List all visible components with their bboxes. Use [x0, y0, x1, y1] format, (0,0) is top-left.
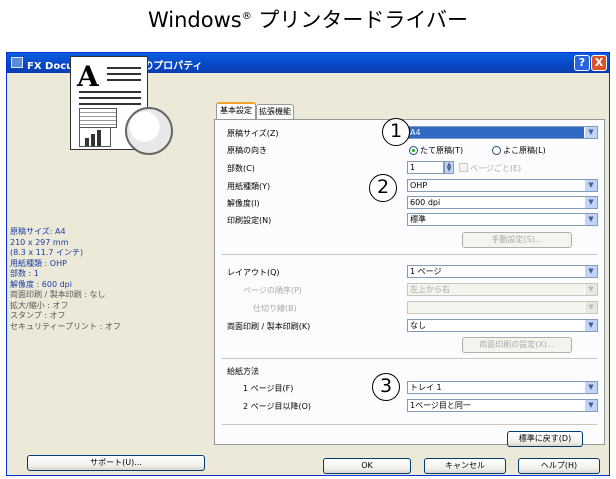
first-page-select[interactable]: トレイ 1 ▼: [407, 381, 598, 394]
help-title-button[interactable]: ?: [574, 55, 590, 71]
summary-line: 原稿サイズ: A4: [10, 227, 66, 236]
orientation-label: 原稿の向き: [227, 146, 267, 155]
portrait-label: たて原稿(T): [420, 146, 464, 155]
chevron-down-icon: ▼: [584, 400, 597, 411]
collate-checkbox[interactable]: [459, 163, 468, 172]
chevron-down-icon: ▼: [584, 127, 597, 138]
copies-label: 部数(C): [227, 164, 255, 173]
preview-chart-icon: [79, 127, 111, 147]
page-order-label: ページの順序(P): [243, 286, 302, 295]
chevron-down-icon: ▼: [584, 214, 597, 225]
media-type-label: 用紙種類(Y): [227, 182, 271, 191]
copies-input[interactable]: 1: [407, 161, 444, 174]
support-button[interactable]: サポート(U)...: [27, 455, 205, 471]
tab-basic[interactable]: 基本設定: [216, 102, 256, 120]
copies-spinner[interactable]: ▲ ▼: [444, 161, 454, 174]
layout-select[interactable]: 1 ページ ▼: [407, 265, 598, 278]
portrait-radio[interactable]: [409, 146, 418, 155]
duplex-select[interactable]: なし ▼: [407, 319, 598, 332]
resolution-label: 解像度(I): [227, 199, 260, 208]
border-label: 仕切り線(B): [253, 304, 297, 313]
chevron-down-icon: ▼: [584, 266, 597, 277]
close-button[interactable]: X: [591, 55, 607, 71]
print-setting-label: 印刷設定(N): [227, 216, 272, 225]
first-page-label: 1 ページ目(F): [243, 384, 294, 393]
summary-line: 部数 : 1: [10, 269, 39, 278]
paper-size-label: 原稿サイズ(Z): [227, 129, 279, 138]
callout-1: 1: [382, 118, 410, 146]
summary-line: 両面印刷 / 製本印刷 : なし: [10, 290, 106, 299]
help-button[interactable]: ヘルプ(H): [518, 458, 600, 474]
cancel-button[interactable]: キャンセル: [424, 458, 506, 474]
duplex-label: 両面印刷 / 製本印刷(K): [227, 322, 311, 331]
other-pages-select[interactable]: 1ページ目と同一 ▼: [407, 399, 598, 412]
collate-label: ページごと(E): [470, 164, 522, 173]
summary-line: セキュリティープリント : オフ: [10, 321, 121, 331]
media-type-select[interactable]: OHP ▼: [407, 179, 598, 192]
printer-icon: [11, 57, 23, 68]
preview-letter-icon: A: [77, 60, 99, 93]
paper-source-title: 給紙方法: [227, 367, 259, 376]
divider: [222, 358, 597, 359]
chevron-down-icon: ▼: [584, 302, 597, 313]
landscape-radio[interactable]: [492, 146, 501, 155]
ok-button[interactable]: OK: [323, 458, 411, 474]
summary-line: 210 x 297 mm: [10, 237, 69, 247]
callout-3: 3: [372, 373, 400, 401]
summary-line: 解像度 : 600 dpi: [10, 279, 72, 289]
divider: [222, 424, 597, 425]
summary-line: 用紙種類 : OHP: [10, 258, 67, 268]
summary-line: 拡大/縮小 : オフ: [10, 300, 69, 310]
chevron-down-icon: ▼: [584, 284, 597, 295]
summary-line: (8.3 x 11.7 インチ): [10, 248, 84, 257]
layout-label: レイアウト(Q): [227, 268, 280, 277]
manual-setting-button[interactable]: 手動設定(S)...: [462, 232, 572, 248]
settings-summary: 原稿サイズ: A4 210 x 297 mm (8.3 x 11.7 インチ) …: [10, 227, 190, 332]
magnifier-icon: [125, 107, 173, 155]
page-order-select[interactable]: 左上から右 ▼: [407, 283, 598, 296]
preview-table-icon: [79, 108, 117, 128]
tab-advanced[interactable]: 拡張機能: [256, 104, 294, 120]
chevron-down-icon: ▼: [584, 180, 597, 191]
duplex-setting-button[interactable]: 両面印刷の設定(X)...: [462, 337, 572, 353]
landscape-label: よこ原稿(L): [503, 146, 546, 155]
page-heading: Windows® プリンタードライバー: [147, 8, 468, 32]
summary-line: スタンプ : オフ: [10, 311, 66, 320]
restore-default-button[interactable]: 標準に戻す(D): [507, 431, 583, 447]
divider: [222, 254, 597, 255]
chevron-down-icon: ▼: [584, 197, 597, 208]
callout-2: 2: [369, 174, 397, 202]
paper-size-select[interactable]: A4 ▼: [407, 126, 598, 139]
chevron-down-icon: ▼: [584, 320, 597, 331]
print-setting-select[interactable]: 標準 ▼: [407, 213, 598, 226]
chevron-down-icon: ▼: [584, 382, 597, 393]
border-select[interactable]: ▼: [407, 301, 598, 314]
other-pages-label: 2 ページ目以降(O): [243, 402, 312, 411]
resolution-select[interactable]: 600 dpi ▼: [407, 196, 598, 209]
